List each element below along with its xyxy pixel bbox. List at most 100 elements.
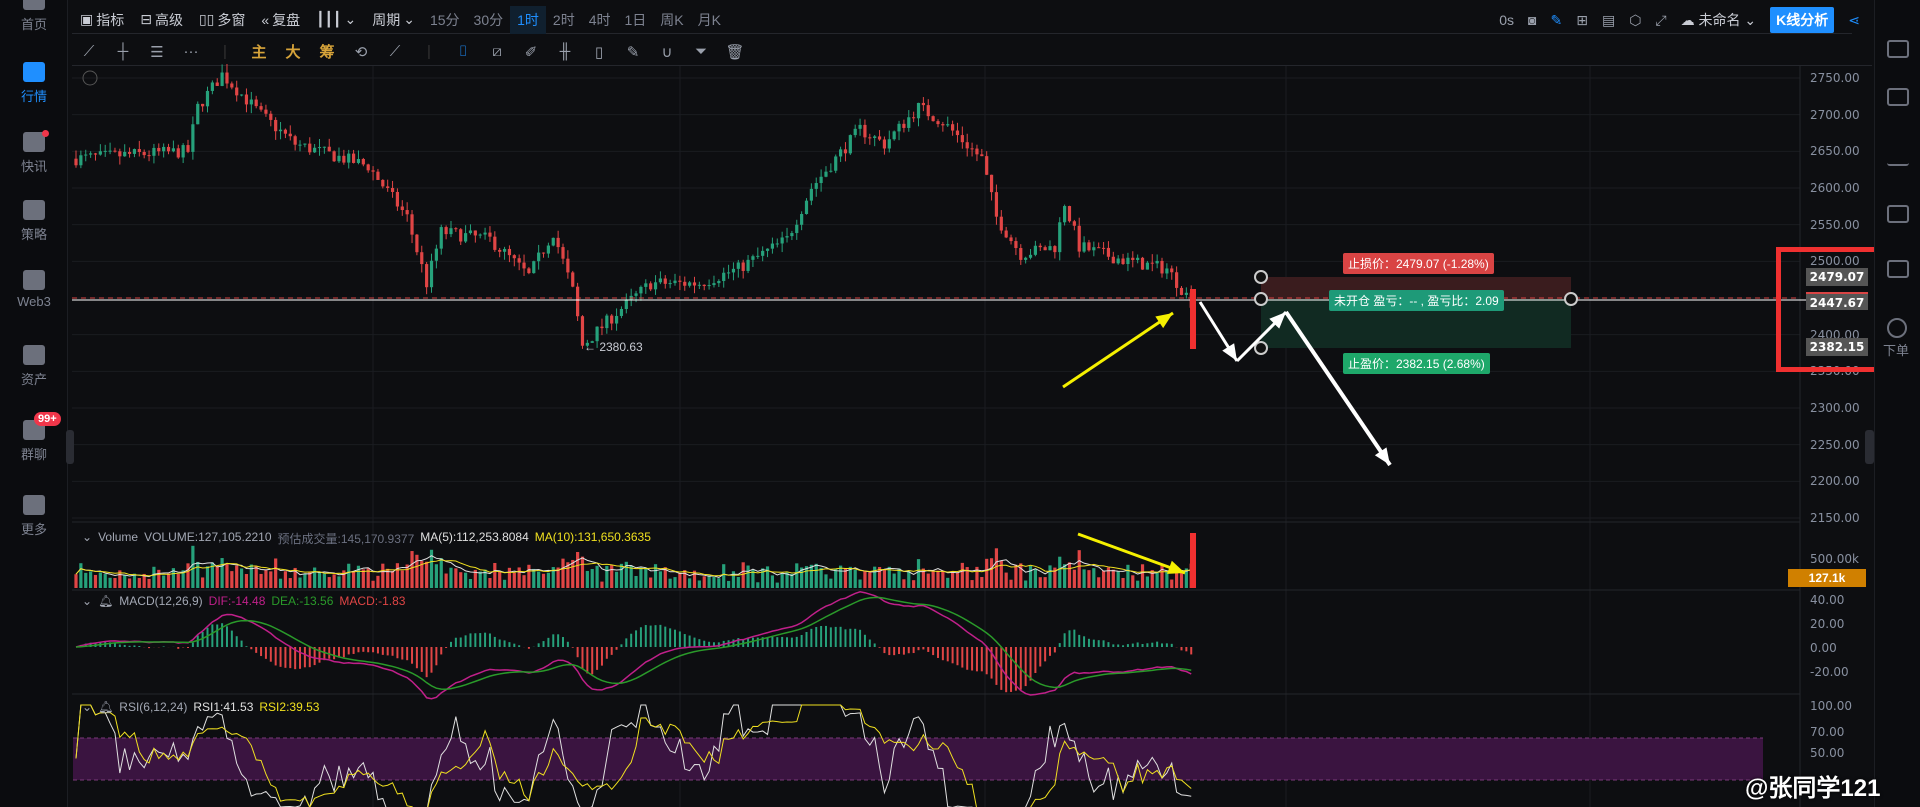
- red-marker: [1190, 289, 1196, 349]
- candle: [1082, 242, 1086, 252]
- volume-bar: [668, 578, 672, 588]
- candle: [108, 150, 112, 152]
- volume-bar: [1092, 568, 1096, 588]
- candle: [951, 124, 955, 131]
- volume-bar: [532, 568, 536, 588]
- candle: [1116, 258, 1120, 264]
- kline-chart[interactable]: [0, 0, 1874, 807]
- candle: [347, 153, 351, 163]
- candle: [610, 315, 614, 324]
- volume-bar: [994, 548, 999, 588]
- candle: [1136, 257, 1140, 261]
- candle: [668, 283, 672, 285]
- macd-axis-label: 0.00: [1810, 641, 1837, 655]
- bell-icon[interactable]: 🔔︎: [98, 594, 113, 608]
- volume-bar: [736, 577, 740, 588]
- volume-bar: [834, 568, 838, 588]
- candle: [887, 139, 891, 149]
- volume-bar: [702, 576, 706, 588]
- stop-loss-label[interactable]: 止损价：2479.07 (-1.28%): [1343, 253, 1494, 274]
- candle: [902, 123, 906, 128]
- candle: [137, 149, 141, 152]
- bell-icon[interactable]: 🔔︎: [98, 700, 113, 714]
- candle: [230, 83, 234, 88]
- bar-growth-icon[interactable]: [1887, 148, 1909, 166]
- volume-bar: [308, 572, 312, 588]
- volume-bar: [332, 574, 336, 588]
- volume-bar: [936, 570, 940, 588]
- candle: [89, 153, 93, 155]
- highlight-box: [1776, 247, 1884, 372]
- volume-bar: [941, 570, 945, 588]
- white-arrow-head: [1374, 447, 1390, 465]
- candle: [313, 147, 317, 153]
- candle: [351, 153, 356, 163]
- price-axis-label: 2550.00: [1810, 217, 1860, 232]
- order-status-label[interactable]: 未开仓 盈亏：-- , 盈亏比：2.09: [1329, 290, 1504, 311]
- volume-bar: [541, 573, 546, 588]
- volume-bar: [351, 571, 356, 588]
- candle: [712, 283, 716, 286]
- swap-icon[interactable]: [1887, 318, 1907, 338]
- volume-bar: [395, 563, 400, 588]
- volume-bar: [955, 573, 960, 588]
- collapse-icon[interactable]: ⌄: [82, 594, 92, 608]
- candle: [98, 151, 102, 155]
- volume-bar: [376, 575, 380, 588]
- volume-bar: [576, 552, 580, 588]
- volume-bar: [220, 558, 224, 588]
- volume-bar: [390, 571, 395, 588]
- volume-bar: [278, 578, 283, 588]
- candle: [853, 128, 857, 136]
- candle: [800, 214, 804, 225]
- price-axis-label: 2750.00: [1810, 71, 1860, 85]
- candle: [907, 117, 911, 128]
- monitor-icon[interactable]: [1887, 205, 1909, 223]
- candle: [1033, 245, 1037, 255]
- candle: [1019, 248, 1023, 260]
- volume-bar: [1126, 564, 1130, 588]
- collapse-left-handle[interactable]: [66, 430, 74, 464]
- white-arrow-head: [1222, 343, 1237, 361]
- volume-bar: [298, 577, 302, 588]
- candle: [605, 315, 609, 329]
- volume-bar: [683, 570, 687, 588]
- dollar-icon[interactable]: [1887, 88, 1909, 106]
- candle: [1140, 257, 1145, 270]
- volume-bar: [244, 574, 249, 588]
- volume-bar: [162, 575, 166, 588]
- volume-bar: [152, 566, 156, 588]
- candle: [225, 72, 229, 84]
- document-icon[interactable]: [1887, 40, 1909, 58]
- collapse-icon[interactable]: ⌄: [82, 530, 92, 547]
- candle: [882, 139, 887, 149]
- candle: [1028, 254, 1033, 258]
- candle: [551, 237, 555, 246]
- order-button[interactable]: 下单: [1883, 340, 1909, 359]
- take-profit-label[interactable]: 止盈价：2382.15 (2.68%): [1343, 353, 1490, 374]
- candle: [308, 143, 312, 153]
- etf-icon[interactable]: [1887, 260, 1909, 278]
- macd-legend: ⌄ 🔔︎ MACD(12,26,9) DIF:-14.48 DEA:-13.56…: [82, 594, 406, 608]
- collapse-right-handle[interactable]: [1865, 430, 1874, 464]
- candle: [93, 153, 98, 155]
- candle: [980, 154, 984, 157]
- candle: [1058, 222, 1062, 253]
- candle: [390, 187, 395, 192]
- candle: [931, 116, 935, 122]
- volume-bar: [614, 571, 619, 588]
- candle: [600, 326, 604, 329]
- volume-bar: [205, 566, 210, 588]
- volume-bar: [337, 576, 341, 588]
- candle: [877, 136, 882, 140]
- candle: [429, 260, 434, 288]
- candle: [527, 268, 531, 274]
- candle: [746, 259, 750, 271]
- candle: [502, 248, 507, 252]
- volume-bar: [1063, 564, 1067, 588]
- volume-bar: [313, 567, 317, 588]
- volume-bar: [717, 578, 721, 588]
- collapse-icon[interactable]: ⌄: [82, 700, 92, 714]
- candle: [181, 145, 185, 158]
- candle: [756, 255, 760, 257]
